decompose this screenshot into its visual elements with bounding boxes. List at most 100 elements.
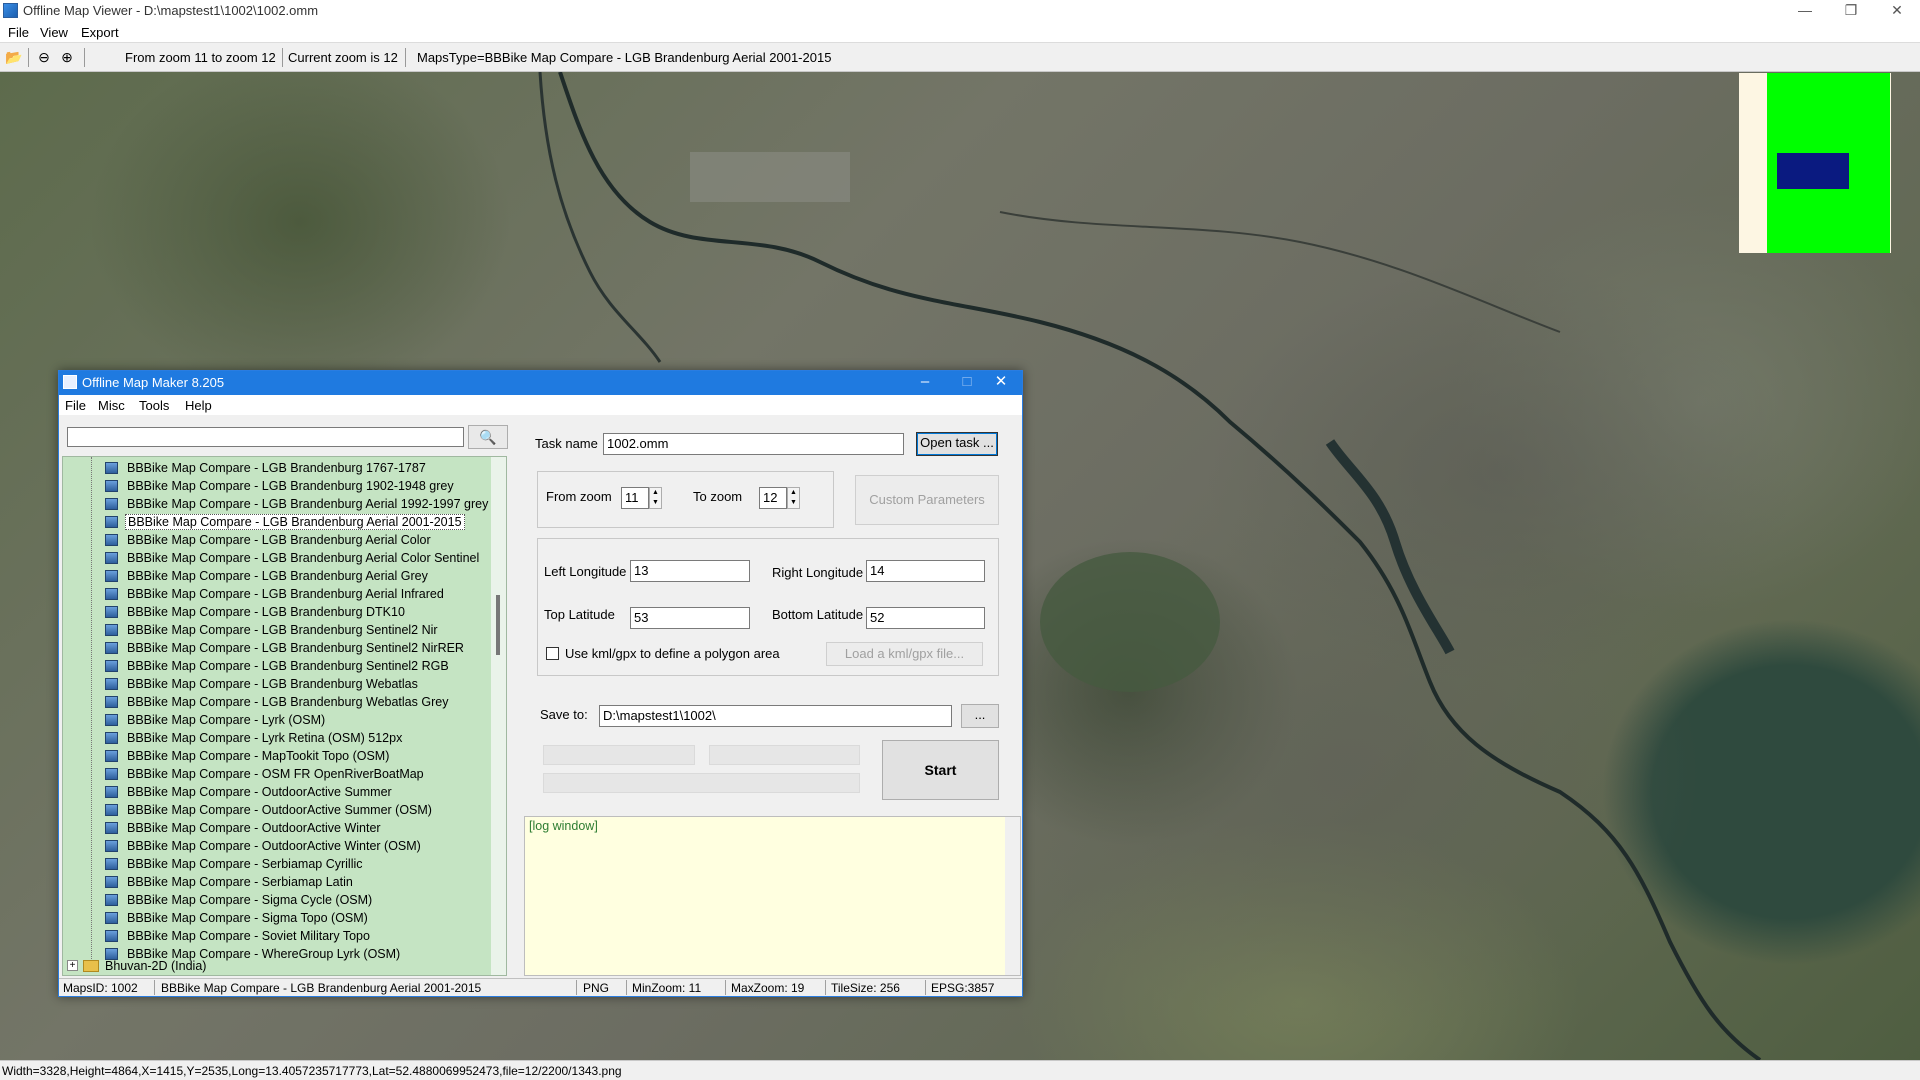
zoom-in-icon[interactable]: ⊕ xyxy=(58,49,76,65)
toolbar-separator xyxy=(405,48,406,67)
load-kml-button[interactable]: Load a kml/gpx file... xyxy=(826,642,983,666)
max-zoom-text: MaxZoom: 19 xyxy=(731,981,805,995)
tree-item[interactable]: BBBike Map Compare - LGB Brandenburg Aer… xyxy=(63,513,483,531)
map-type-icon xyxy=(105,624,118,636)
map-type-tree[interactable]: BBBike Map Compare - LGB Brandenburg 176… xyxy=(62,456,507,976)
main-menu-bar: File View Export xyxy=(0,22,1920,42)
tree-item[interactable]: BBBike Map Compare - OutdoorActive Summe… xyxy=(63,783,483,801)
close-button[interactable]: ✕ xyxy=(1874,0,1920,22)
tree-scrollbar[interactable] xyxy=(491,457,506,975)
tree-item[interactable]: BBBike Map Compare - LGB Brandenburg Sen… xyxy=(63,621,483,639)
map-search-input[interactable] xyxy=(67,427,464,447)
to-zoom-stepper[interactable]: ▲ ▼ xyxy=(787,487,800,509)
tree-item-label: BBBike Map Compare - LGB Brandenburg Aer… xyxy=(127,551,480,565)
epsg-text: EPSG:3857 xyxy=(931,981,995,995)
tree-folder-item[interactable]: + Bhuvan-2D (India) xyxy=(63,957,483,975)
tree-item-label: BBBike Map Compare - OutdoorActive Summe… xyxy=(127,803,432,817)
tree-item[interactable]: BBBike Map Compare - Serbiamap Cyrillic xyxy=(63,855,483,873)
tree-item[interactable]: BBBike Map Compare - Soviet Military Top… xyxy=(63,927,483,945)
tree-item[interactable]: BBBike Map Compare - LGB Brandenburg Sen… xyxy=(63,639,483,657)
map-type-icon xyxy=(105,534,118,546)
bottom-latitude-input[interactable]: 52 xyxy=(866,607,985,629)
left-longitude-input[interactable]: 13 xyxy=(630,560,750,582)
task-name-input[interactable]: 1002.omm xyxy=(603,433,904,455)
map-type-icon xyxy=(105,678,118,690)
overview-minimap[interactable] xyxy=(1739,73,1891,253)
from-zoom-input[interactable]: 11 xyxy=(621,487,649,509)
map-type-icon xyxy=(105,930,118,942)
tree-item[interactable]: BBBike Map Compare - LGB Brandenburg Aer… xyxy=(63,531,483,549)
to-zoom-input[interactable]: 12 xyxy=(759,487,787,509)
log-scrollbar[interactable] xyxy=(1005,817,1020,975)
browse-button[interactable]: ... xyxy=(961,704,999,728)
log-window[interactable]: [log window] xyxy=(524,816,1021,976)
tree-item[interactable]: BBBike Map Compare - LGB Brandenburg Sen… xyxy=(63,657,483,675)
zoom-out-icon[interactable]: ⊖ xyxy=(35,49,53,65)
tree-item[interactable]: BBBike Map Compare - LGB Brandenburg Web… xyxy=(63,675,483,693)
tree-item-label: BBBike Map Compare - Serbiamap Latin xyxy=(127,875,353,889)
tree-item-label: BBBike Map Compare - OutdoorActive Winte… xyxy=(127,821,381,835)
menu-export[interactable]: Export xyxy=(81,25,119,40)
open-task-button[interactable]: Open task ... xyxy=(916,432,998,456)
tree-item[interactable]: BBBike Map Compare - Serbiamap Latin xyxy=(63,873,483,891)
dialog-title-bar[interactable]: Offline Map Maker 8.205 – □ ✕ xyxy=(59,371,1022,395)
progress-bar-2 xyxy=(709,745,860,765)
bottom-latitude-label: Bottom Latitude xyxy=(772,607,864,622)
tree-item[interactable]: BBBike Map Compare - LGB Brandenburg Web… xyxy=(63,693,483,711)
tree-item[interactable]: BBBike Map Compare - OutdoorActive Winte… xyxy=(63,819,483,837)
search-icon: 🔍 xyxy=(479,429,497,445)
right-longitude-label: Right Longitude xyxy=(772,565,864,580)
menu-view[interactable]: View xyxy=(40,25,68,40)
toolbar-separator xyxy=(28,48,29,67)
tree-scrollbar-thumb[interactable] xyxy=(496,595,500,655)
search-button[interactable]: 🔍 xyxy=(468,425,508,449)
open-folder-icon[interactable]: 📂 xyxy=(5,49,23,65)
restore-button[interactable]: ❐ xyxy=(1828,0,1874,22)
to-zoom-label: To zoom xyxy=(693,489,743,504)
tree-item[interactable]: BBBike Map Compare - Lyrk (OSM) xyxy=(63,711,483,729)
tree-item[interactable]: BBBike Map Compare - OutdoorActive Summe… xyxy=(63,801,483,819)
tree-item[interactable]: BBBike Map Compare - Lyrk Retina (OSM) 5… xyxy=(63,729,483,747)
right-longitude-input[interactable]: 14 xyxy=(866,560,985,582)
dialog-status-bar: MapsID: 1002 BBBike Map Compare - LGB Br… xyxy=(59,978,1022,996)
start-button[interactable]: Start xyxy=(882,740,999,800)
status-text: Width=3328,Height=4864,X=1415,Y=2535,Lon… xyxy=(2,1064,622,1078)
tree-item[interactable]: BBBike Map Compare - Sigma Topo (OSM) xyxy=(63,909,483,927)
overview-viewport-indicator[interactable] xyxy=(1777,153,1849,189)
toolbar: 📂 ⊖ ⊕ From zoom 11 to zoom 12 Current zo… xyxy=(0,42,1920,72)
tree-item[interactable]: BBBike Map Compare - MapTookit Topo (OSM… xyxy=(63,747,483,765)
tree-item[interactable]: BBBike Map Compare - OutdoorActive Winte… xyxy=(63,837,483,855)
dialog-menu-file[interactable]: File xyxy=(65,398,86,413)
custom-parameters-button[interactable]: Custom Parameters xyxy=(855,475,999,525)
expand-icon[interactable]: + xyxy=(67,960,78,971)
tree-item-label: BBBike Map Compare - LGB Brandenburg Aer… xyxy=(127,587,444,601)
dialog-close-button[interactable]: ✕ xyxy=(980,371,1022,395)
tree-item[interactable]: BBBike Map Compare - LGB Brandenburg Aer… xyxy=(63,585,483,603)
tree-item[interactable]: BBBike Map Compare - LGB Brandenburg Aer… xyxy=(63,495,488,513)
current-zoom-text: Current zoom is 12 xyxy=(288,50,398,65)
menu-file[interactable]: File xyxy=(8,25,29,40)
dialog-menu-misc[interactable]: Misc xyxy=(98,398,125,413)
zoom-range-text: From zoom 11 to zoom 12 xyxy=(125,50,276,65)
top-latitude-input[interactable]: 53 xyxy=(630,607,750,629)
dialog-minimize-button[interactable]: – xyxy=(904,371,946,395)
map-type-icon xyxy=(105,804,118,816)
maps-id-text: MapsID: 1002 xyxy=(63,981,138,995)
tree-item[interactable]: BBBike Map Compare - OSM FR OpenRiverBoa… xyxy=(63,765,483,783)
kml-polygon-label: Use kml/gpx to define a polygon area xyxy=(565,646,780,661)
save-to-input[interactable]: D:\mapstest1\1002\ xyxy=(599,705,952,727)
map-type-icon xyxy=(105,894,118,906)
tree-item[interactable]: BBBike Map Compare - Sigma Cycle (OSM) xyxy=(63,891,483,909)
map-type-icon xyxy=(105,462,118,474)
kml-polygon-checkbox[interactable] xyxy=(546,647,559,660)
tree-item[interactable]: BBBike Map Compare - LGB Brandenburg 176… xyxy=(63,459,483,477)
tree-item[interactable]: BBBike Map Compare - LGB Brandenburg Aer… xyxy=(63,549,483,567)
dialog-menu-help[interactable]: Help xyxy=(185,398,212,413)
minimize-button[interactable]: — xyxy=(1782,0,1828,22)
tree-item[interactable]: BBBike Map Compare - LGB Brandenburg Aer… xyxy=(63,567,483,585)
dialog-menu-tools[interactable]: Tools xyxy=(139,398,169,413)
map-type-icon xyxy=(105,696,118,708)
tree-item[interactable]: BBBike Map Compare - LGB Brandenburg DTK… xyxy=(63,603,483,621)
from-zoom-stepper[interactable]: ▲ ▼ xyxy=(649,487,662,509)
tree-item[interactable]: BBBike Map Compare - LGB Brandenburg 190… xyxy=(63,477,483,495)
